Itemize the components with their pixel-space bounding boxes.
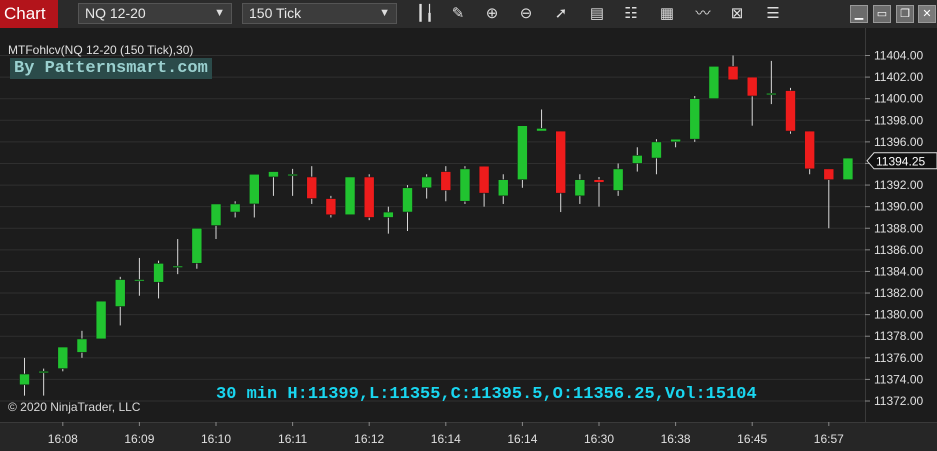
candle-body	[517, 125, 528, 180]
y-tick-label: 11382.00	[874, 286, 923, 300]
candle-body	[153, 263, 164, 283]
candle-body	[57, 346, 69, 369]
y-tick-label: 11380.00	[874, 308, 923, 322]
indicators-icon[interactable]: 〰	[692, 4, 714, 24]
indicator-label: MTFohlcv(NQ 12-20 (150 Tick),30)	[8, 43, 194, 57]
y-tick-label: 11404.00	[874, 49, 923, 63]
candle-body	[631, 155, 643, 164]
y-tick-label: 11388.00	[874, 221, 923, 235]
candle-body	[555, 130, 567, 194]
restore-icon[interactable]: ❐	[896, 5, 914, 23]
minimize-icon[interactable]: ▁	[850, 5, 868, 23]
mtf-summary-text: 30 min H:11399,L:11355,C:11395.5,O:11356…	[216, 385, 757, 404]
interval-value: 150 Tick	[249, 5, 302, 21]
candle-body	[478, 165, 490, 194]
templates-icon[interactable]: ⊠	[726, 4, 748, 24]
candle-body	[842, 157, 854, 180]
interval-selector[interactable]: 150 Tick ▼	[242, 3, 397, 24]
candle-body	[229, 203, 241, 213]
data-box-icon[interactable]: ▤	[586, 4, 608, 24]
x-tick-label: 16:57	[814, 432, 844, 446]
candle-body	[766, 92, 777, 96]
y-tick-label: 11396.00	[874, 135, 923, 149]
zoom-out-icon[interactable]: ⊖	[515, 4, 537, 24]
x-tick-label: 16:14	[507, 432, 537, 446]
copyright-text: © 2020 NinjaTrader, LLC	[8, 400, 141, 414]
candle-body	[440, 171, 452, 191]
candle-body	[670, 138, 681, 143]
y-tick-label: 11372.00	[874, 394, 923, 408]
candle-body	[421, 176, 432, 189]
instrument-value: NQ 12-20	[85, 5, 146, 21]
x-tick-label: 16:11	[278, 432, 307, 446]
x-tick-label: 16:30	[584, 432, 614, 446]
candle-body	[689, 98, 701, 140]
watermark: By Patternsmart.com	[10, 58, 212, 79]
chevron-down-icon: ▼	[379, 7, 390, 19]
candle-body	[612, 168, 624, 191]
y-tick-label: 11386.00	[874, 243, 923, 257]
y-tick-label: 11378.00	[874, 329, 923, 343]
candle-body	[114, 279, 126, 307]
candle-body	[727, 65, 739, 81]
candle-body	[76, 338, 88, 353]
list-icon[interactable]: ☰	[762, 4, 784, 24]
x-tick-label: 16:38	[661, 432, 691, 446]
properties-icon[interactable]: ☷	[620, 4, 642, 24]
candle-body	[823, 168, 835, 180]
candle-body	[287, 173, 298, 177]
strategies-icon[interactable]: ▦	[656, 4, 678, 24]
close-icon[interactable]: ✕	[918, 5, 936, 23]
x-tick-label: 16:08	[48, 432, 78, 446]
y-tick-label: 11400.00	[874, 92, 923, 106]
x-tick-label: 16:12	[354, 432, 384, 446]
candle-body	[95, 300, 107, 340]
candle-body	[306, 176, 318, 199]
instrument-selector[interactable]: NQ 12-20 ▼	[78, 3, 232, 24]
candle-body	[38, 371, 49, 374]
candle-body	[804, 130, 815, 170]
pointer-icon[interactable]: ➚	[550, 4, 572, 24]
candle-body	[134, 279, 145, 282]
last-price-label: 11394.25	[876, 154, 925, 168]
candle-body	[325, 198, 337, 216]
y-tick-label: 11384.00	[874, 264, 923, 278]
zoom-in-icon[interactable]: ⊕	[481, 4, 503, 24]
candle-body	[249, 173, 260, 205]
x-tick-label: 16:14	[431, 432, 461, 446]
candle-body	[459, 168, 471, 202]
candle-body	[746, 76, 758, 97]
candle-body	[593, 179, 605, 183]
chart-tab[interactable]: Chart	[0, 0, 58, 28]
candle-body	[383, 211, 394, 218]
candle-body	[268, 171, 279, 178]
y-tick-label: 11392.00	[874, 178, 923, 192]
candle-body	[651, 141, 662, 159]
candle-body	[574, 179, 586, 197]
pencil-icon[interactable]: ✎	[447, 4, 469, 24]
chevron-down-icon: ▼	[214, 7, 225, 19]
candle-body	[497, 179, 509, 197]
maximize-icon[interactable]: ▭	[873, 5, 891, 23]
candle-body	[536, 128, 547, 132]
candle-body	[344, 176, 356, 216]
candle-body	[191, 227, 203, 264]
candle-body	[19, 373, 30, 386]
candle-body	[708, 65, 720, 99]
y-tick-label: 11398.00	[874, 113, 923, 127]
candle-body	[363, 176, 375, 218]
candle-body	[172, 265, 183, 268]
y-tick-label: 11376.00	[874, 351, 923, 365]
candle-body	[785, 90, 796, 132]
y-tick-label: 11390.00	[874, 200, 923, 214]
x-tick-label: 16:45	[737, 432, 767, 446]
chart-toolbar: Chart NQ 12-20 ▼ 150 Tick ▼ ┃╽ ✎ ⊕ ⊖ ➚ ▤…	[0, 0, 937, 28]
candle-body	[210, 203, 222, 226]
x-tick-label: 16:10	[201, 432, 231, 446]
y-tick-label: 11374.00	[874, 372, 923, 386]
x-tick-label: 16:09	[124, 432, 154, 446]
bar-type-icon[interactable]: ┃╽	[414, 4, 436, 24]
y-tick-label: 11402.00	[874, 70, 923, 84]
candle-body	[402, 187, 413, 213]
